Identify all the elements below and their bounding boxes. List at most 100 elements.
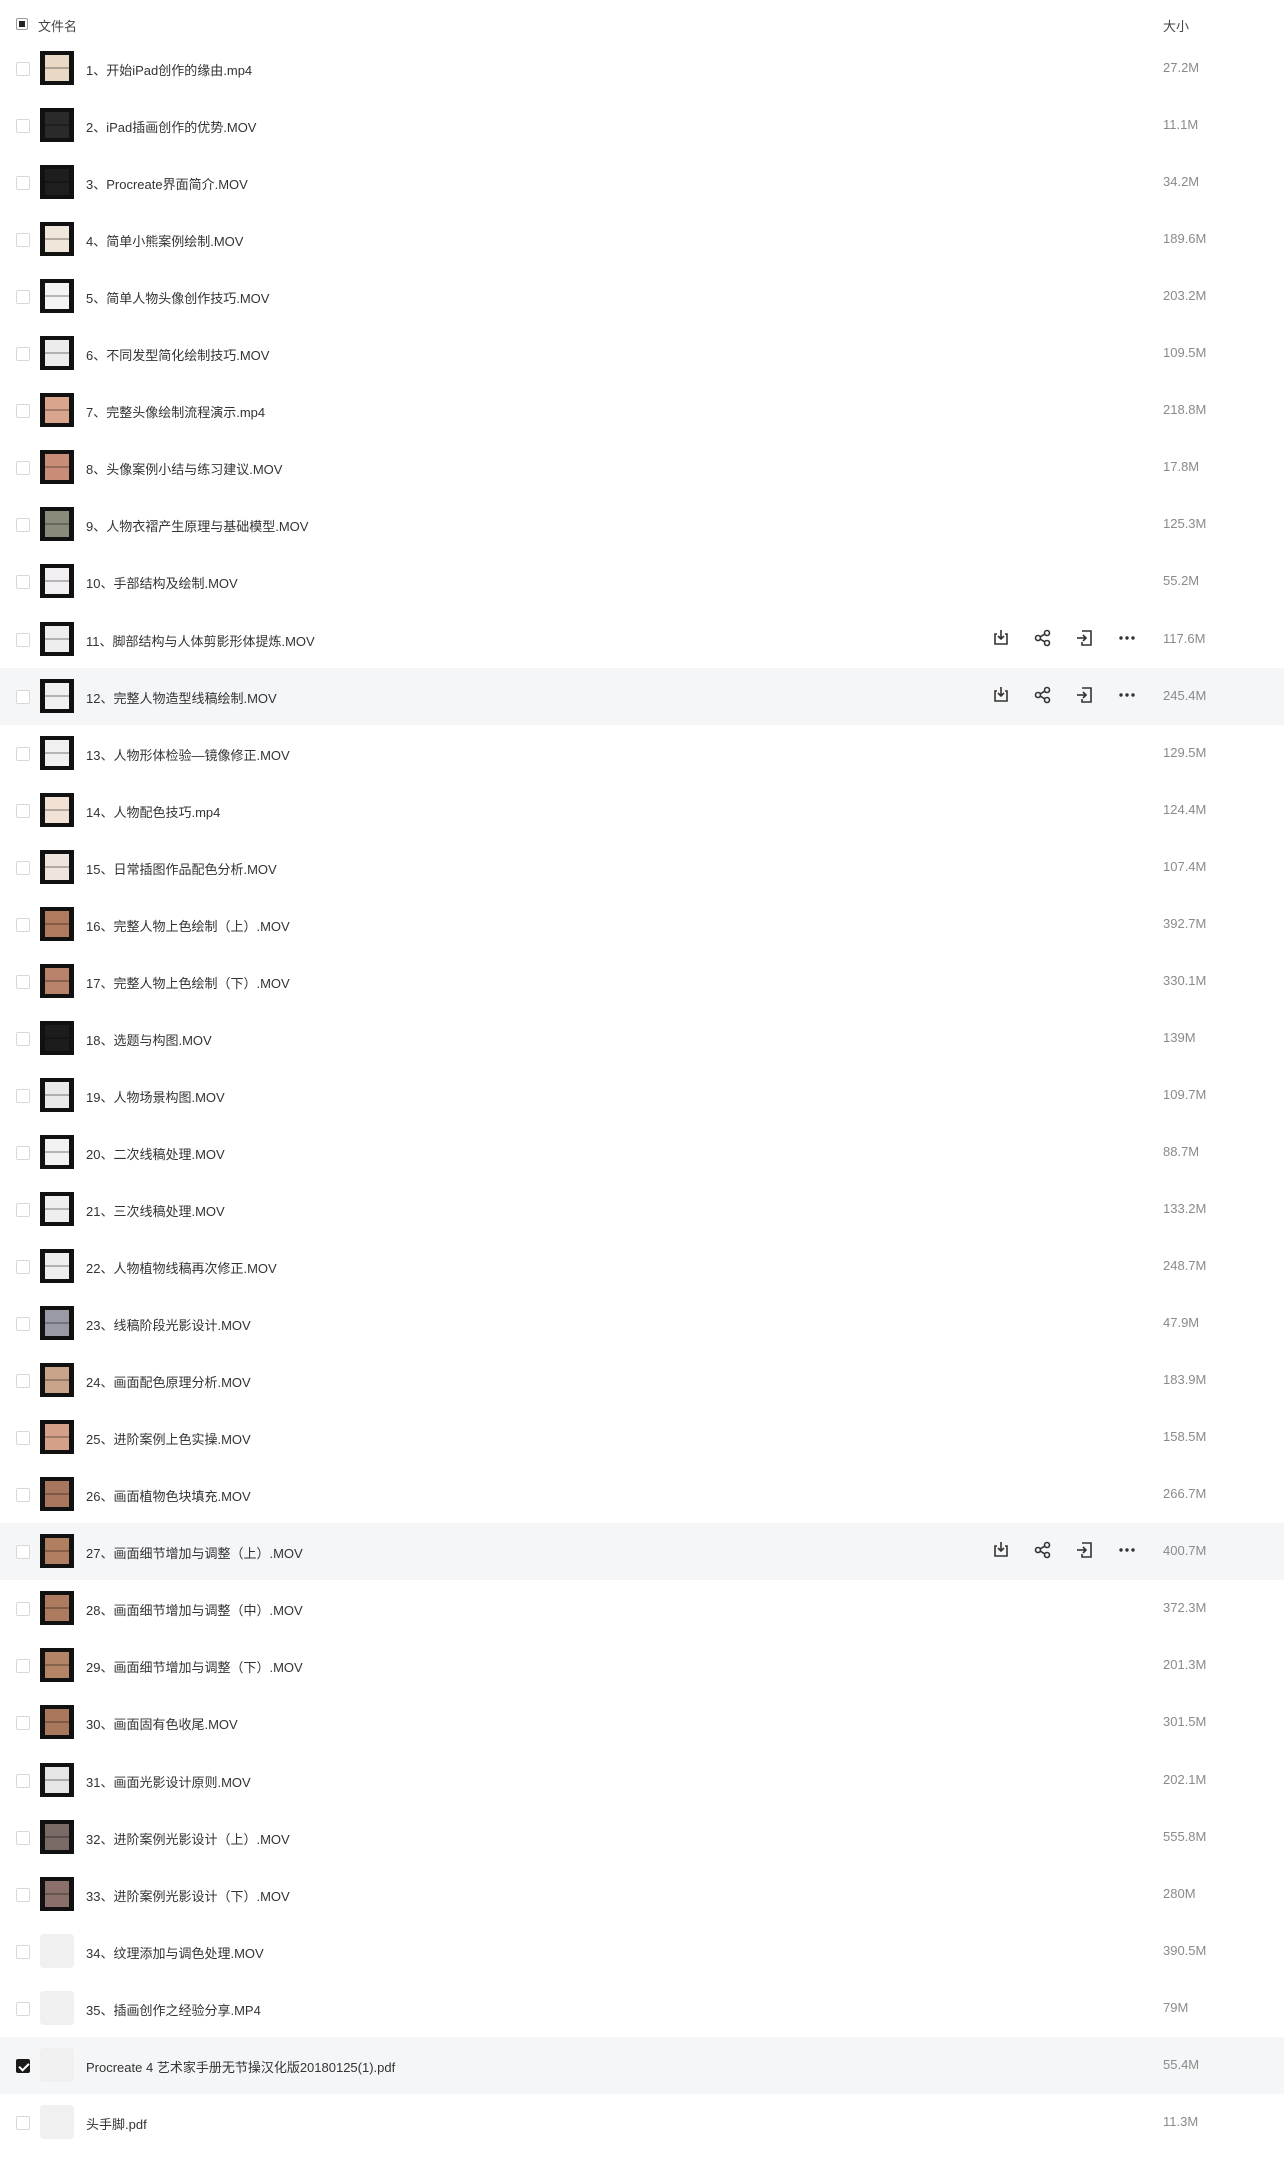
file-row[interactable]: 20、二次线稿处理.MOV 88.7M [0, 1124, 1284, 1181]
file-row[interactable]: 5、简单人物头像创作技巧.MOV 203.2M [0, 268, 1284, 325]
row-checkbox[interactable] [16, 2115, 30, 2130]
file-row[interactable]: 7、完整头像绘制流程演示.mp4 218.8M [0, 382, 1284, 439]
select-all-checkbox[interactable] [16, 18, 28, 30]
file-row[interactable]: 12、完整人物造型线稿绘制.MOV 245.4M [0, 667, 1284, 725]
file-row[interactable]: 28、画面细节增加与调整（中）.MOV 372.3M [0, 1580, 1284, 1637]
file-name[interactable]: 35、插画创作之经验分享.MP4 [86, 2000, 261, 2019]
row-checkbox[interactable] [16, 233, 30, 248]
file-row[interactable]: 头手脚.pdf 11.3M [0, 2094, 1284, 2151]
file-name[interactable]: 12、完整人物造型线稿绘制.MOV [86, 688, 277, 707]
file-row[interactable]: 15、日常插图作品配色分析.MOV 107.4M [0, 839, 1284, 896]
row-checkbox[interactable] [16, 1203, 30, 1217]
row-checkbox[interactable] [16, 974, 30, 989]
file-name[interactable]: 19、人物场景构图.MOV [86, 1087, 225, 1106]
file-name[interactable]: 头手脚.pdf [86, 2114, 147, 2133]
file-row[interactable]: 17、完整人物上色绘制（下）.MOV 330.1M [0, 953, 1284, 1010]
file-name[interactable]: 3、Procreate界面简介.MOV [86, 174, 248, 193]
file-name[interactable]: 21、三次线稿处理.MOV [86, 1201, 225, 1220]
file-row[interactable]: 30、画面固有色收尾.MOV 301.5M [0, 1694, 1284, 1751]
share-icon[interactable] [1032, 684, 1056, 708]
row-checkbox[interactable] [16, 632, 30, 647]
file-row[interactable]: 27、画面细节增加与调整（上）.MOV 400.7M [0, 1523, 1284, 1581]
file-row[interactable]: 22、人物植物线稿再次修正.MOV 248.7M [0, 1238, 1284, 1295]
file-row[interactable]: 8、头像案例小结与练习建议.MOV 17.8M [0, 439, 1284, 496]
file-name[interactable]: 28、画面细节增加与调整（中）.MOV [86, 1600, 303, 1619]
row-checkbox[interactable] [16, 1545, 30, 1560]
more-icon[interactable] [1116, 627, 1140, 651]
file-row[interactable]: 4、简单小熊案例绘制.MOV 189.6M [0, 211, 1284, 268]
row-checkbox[interactable] [16, 1260, 30, 1275]
file-row[interactable]: 32、进阶案例光影设计（上）.MOV 555.8M [0, 1809, 1284, 1866]
file-name[interactable]: 15、日常插图作品配色分析.MOV [86, 859, 277, 878]
file-row[interactable]: 16、完整人物上色绘制（上）.MOV 392.7M [0, 896, 1284, 953]
row-checkbox[interactable] [16, 746, 30, 761]
file-name[interactable]: 25、进阶案例上色实操.MOV [86, 1429, 251, 1448]
file-name[interactable]: 32、进阶案例光影设计（上）.MOV [86, 1829, 290, 1848]
file-name[interactable]: 20、二次线稿处理.MOV [86, 1144, 225, 1163]
file-name[interactable]: 23、线稿阶段光影设计.MOV [86, 1315, 251, 1334]
download-icon[interactable] [990, 627, 1014, 651]
file-row[interactable]: 26、画面植物色块填充.MOV 266.7M [0, 1466, 1284, 1523]
row-checkbox[interactable] [16, 1145, 30, 1160]
row-checkbox[interactable] [16, 917, 30, 932]
file-row[interactable]: 9、人物衣褶产生原理与基础模型.MOV 125.3M [0, 496, 1284, 553]
row-checkbox[interactable] [16, 1431, 30, 1446]
row-checkbox[interactable] [16, 1887, 30, 1902]
row-checkbox[interactable] [16, 461, 30, 476]
file-name[interactable]: 7、完整头像绘制流程演示.mp4 [86, 402, 265, 421]
row-checkbox[interactable] [16, 1488, 30, 1503]
file-name[interactable]: 30、画面固有色收尾.MOV [86, 1714, 238, 1733]
file-name[interactable]: 4、简单小熊案例绘制.MOV [86, 231, 243, 250]
row-checkbox[interactable] [16, 860, 30, 875]
file-name[interactable]: 33、进阶案例光影设计（下）.MOV [86, 1886, 290, 1905]
file-row[interactable]: 14、人物配色技巧.mp4 124.4M [0, 782, 1284, 839]
row-checkbox[interactable] [16, 803, 30, 818]
more-icon[interactable] [1116, 684, 1140, 708]
file-name[interactable]: 6、不同发型简化绘制技巧.MOV [86, 345, 269, 364]
row-checkbox[interactable] [16, 1944, 30, 1959]
file-row[interactable]: 13、人物形体检验—镜像修正.MOV 129.5M [0, 725, 1284, 782]
file-row[interactable]: 35、插画创作之经验分享.MP4 79M [0, 1980, 1284, 2037]
file-row[interactable]: 2、iPad插画创作的优势.MOV 11.1M [0, 97, 1284, 154]
file-name[interactable]: 10、手部结构及绘制.MOV [86, 573, 238, 592]
more-icon[interactable] [1116, 1539, 1140, 1563]
download-icon[interactable] [990, 684, 1014, 708]
share-icon[interactable] [1032, 1539, 1056, 1563]
file-name[interactable]: 13、人物形体检验—镜像修正.MOV [86, 745, 290, 764]
row-checkbox[interactable] [16, 2058, 30, 2073]
file-name[interactable]: 31、画面光影设计原则.MOV [86, 1772, 251, 1791]
file-name[interactable]: 11、脚部结构与人体剪影形体提炼.MOV [86, 631, 315, 650]
file-row[interactable]: 31、画面光影设计原则.MOV 202.1M [0, 1752, 1284, 1809]
file-name[interactable]: 26、画面植物色块填充.MOV [86, 1486, 251, 1505]
file-row[interactable]: 10、手部结构及绘制.MOV 55.2M [0, 553, 1284, 610]
row-checkbox[interactable] [16, 347, 30, 362]
row-checkbox[interactable] [16, 1830, 30, 1845]
row-checkbox[interactable] [16, 1374, 30, 1389]
row-checkbox[interactable] [16, 575, 30, 590]
file-row[interactable]: 34、纹理添加与调色处理.MOV 390.5M [0, 1923, 1284, 1980]
file-row[interactable]: 21、三次线稿处理.MOV 133.2M [0, 1181, 1284, 1238]
row-checkbox[interactable] [16, 689, 30, 704]
row-checkbox[interactable] [16, 176, 30, 191]
file-name[interactable]: 16、完整人物上色绘制（上）.MOV [86, 916, 290, 935]
file-row[interactable]: 3、Procreate界面简介.MOV 34.2M [0, 154, 1284, 211]
file-name[interactable]: 24、画面配色原理分析.MOV [86, 1372, 251, 1391]
file-name[interactable]: 29、画面细节增加与调整（下）.MOV [86, 1657, 303, 1676]
move-icon[interactable] [1074, 627, 1098, 651]
file-row[interactable]: Procreate 4 艺术家手册无节操汉化版20180125(1).pdf 55… [0, 2036, 1284, 2094]
file-row[interactable]: 25、进阶案例上色实操.MOV 158.5M [0, 1409, 1284, 1466]
file-name[interactable]: 18、选题与构图.MOV [86, 1030, 212, 1049]
file-row[interactable]: 29、画面细节增加与调整（下）.MOV 201.3M [0, 1637, 1284, 1694]
row-checkbox[interactable] [16, 119, 30, 134]
file-name[interactable]: 2、iPad插画创作的优势.MOV [86, 117, 256, 136]
row-checkbox[interactable] [16, 2001, 30, 2016]
share-icon[interactable] [1032, 627, 1056, 651]
file-name[interactable]: 9、人物衣褶产生原理与基础模型.MOV [86, 516, 308, 535]
row-checkbox[interactable] [16, 1031, 30, 1046]
row-checkbox[interactable] [16, 518, 30, 533]
file-name[interactable]: Procreate 4 艺术家手册无节操汉化版20180125(1).pdf [86, 2057, 395, 2076]
file-name[interactable]: 8、头像案例小结与练习建议.MOV [86, 459, 282, 478]
move-icon[interactable] [1074, 1539, 1098, 1563]
file-row[interactable]: 24、画面配色原理分析.MOV 183.9M [0, 1352, 1284, 1409]
file-row[interactable]: 6、不同发型简化绘制技巧.MOV 109.5M [0, 325, 1284, 382]
